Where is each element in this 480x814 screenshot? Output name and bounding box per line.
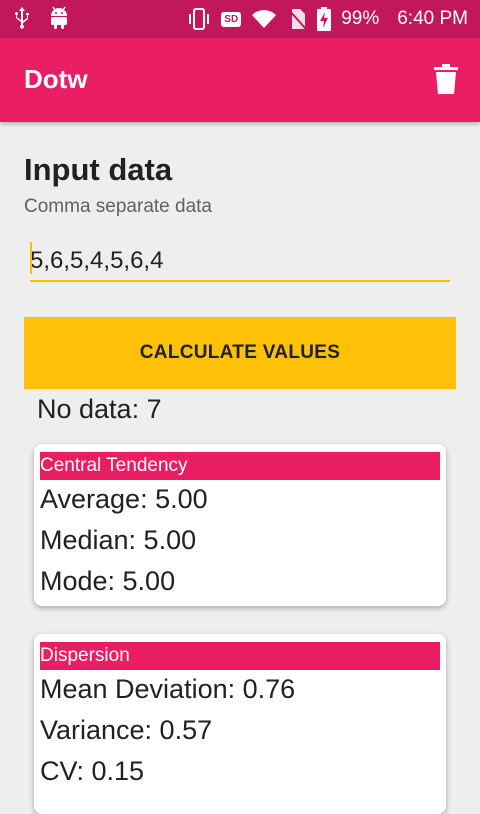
sd-card-icon: SD — [221, 11, 242, 27]
average-value: Average: 5.00 — [40, 484, 208, 514]
usb-icon — [15, 7, 29, 29]
data-count: No data: 7 — [37, 394, 162, 424]
dispersion-title-text: Dispersion — [40, 645, 130, 666]
central-tendency-title: Central Tendency — [40, 452, 440, 480]
status-bar: SD 99% 6:40 PM — [0, 0, 480, 38]
android-icon — [51, 6, 67, 29]
vibrate-icon — [189, 8, 210, 30]
input-heading: Input data — [24, 152, 173, 187]
app-bar: Dotw — [0, 38, 480, 122]
dispersion-title: Dispersion — [40, 642, 440, 670]
battery-percent: 99% — [341, 8, 380, 29]
mean-deviation-value: Mean Deviation: 0.76 — [40, 674, 296, 704]
input-subheading: Comma separate data — [24, 196, 212, 217]
no-sim-icon — [287, 8, 307, 30]
delete-icon[interactable] — [434, 64, 458, 94]
main-content: Input data Comma separate data CALCULATE… — [0, 122, 480, 814]
central-tendency-title-text: Central Tendency — [40, 455, 188, 476]
central-tendency-card: Central Tendency Average: 5.00 Median: 5… — [34, 444, 446, 606]
mode-value: Mode: 5.00 — [40, 566, 176, 596]
cv-value: CV: 0.15 — [40, 756, 145, 786]
data-input[interactable] — [30, 242, 450, 282]
text-cursor — [30, 242, 32, 274]
app-title: Dotw — [24, 64, 88, 94]
dispersion-card: Dispersion Mean Deviation: 0.76 Variance… — [34, 634, 446, 814]
variance-value: Variance: 0.57 — [40, 715, 213, 745]
clock: 6:40 PM — [397, 8, 468, 29]
calculate-values-button[interactable]: CALCULATE VALUES — [24, 317, 456, 389]
wifi-icon — [252, 10, 277, 28]
battery-charging-icon — [317, 7, 332, 31]
median-value: Median: 5.00 — [40, 525, 197, 555]
